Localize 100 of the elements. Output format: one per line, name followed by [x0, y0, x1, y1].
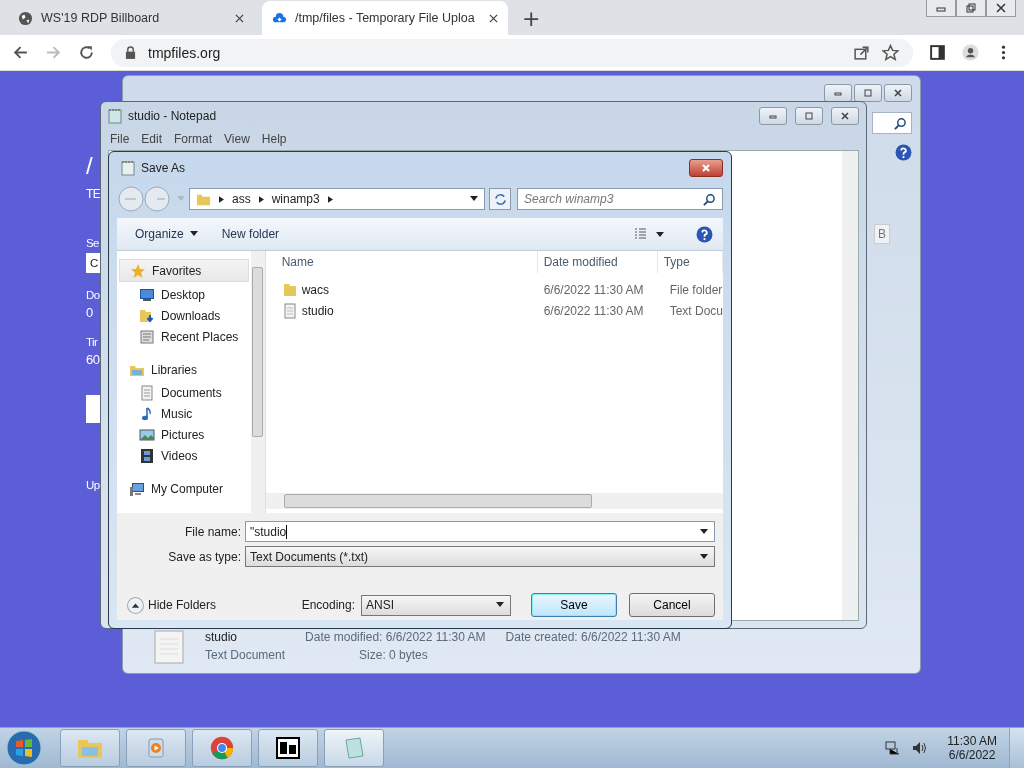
nav-item[interactable]: Desktop	[117, 284, 251, 305]
nav-group[interactable]: Libraries	[119, 359, 249, 380]
maximize-icon	[804, 111, 814, 121]
lock-icon	[125, 46, 136, 59]
close-button[interactable]	[986, 0, 1016, 17]
star-icon[interactable]	[882, 44, 899, 61]
browser-tab[interactable]: WS'19 RDP Billboard	[8, 1, 254, 35]
film-strip-icon	[139, 447, 155, 464]
menu-item[interactable]: Edit	[141, 132, 163, 146]
maximize-button[interactable]	[854, 84, 882, 102]
nav-group[interactable]: My Computer	[119, 478, 249, 499]
file-row[interactable]: studio 6/6/2022 11:30 AM Text Docu	[265, 300, 723, 321]
breadcrumb-item[interactable]: ass	[232, 192, 251, 206]
side-button[interactable]: B	[874, 224, 890, 244]
url-text: tmpfiles.org	[148, 44, 221, 61]
scrollbar[interactable]	[842, 151, 858, 620]
file-name: studio	[301, 303, 334, 318]
encoding-dropdown[interactable]: ANSI	[361, 594, 511, 616]
page-heading: /	[86, 151, 93, 181]
menu-item[interactable]: Format	[174, 132, 213, 146]
scrollbar[interactable]	[265, 493, 723, 509]
page-text: Up	[86, 479, 100, 491]
view-options-button[interactable]	[634, 228, 664, 240]
new-tab-button[interactable]: +	[514, 6, 549, 31]
maximize-button[interactable]	[795, 107, 823, 125]
caret-icon	[496, 602, 504, 608]
close-icon[interactable]	[489, 13, 498, 23]
address-field[interactable]: ass winamp3	[189, 188, 485, 210]
nav-item[interactable]: Videos	[117, 445, 251, 466]
page-subtitle: TE	[86, 187, 101, 201]
nav-item[interactable]: Recent Places	[117, 326, 251, 347]
new-folder-button[interactable]: New folder	[213, 225, 288, 243]
dialog-button[interactable]: Save	[531, 593, 617, 617]
field-label: Save as type:	[167, 549, 241, 564]
file-type-dropdown[interactable]: Text Documents (*.txt)	[245, 546, 715, 567]
document-icon	[281, 302, 298, 319]
nav-item[interactable]: Music	[117, 403, 251, 424]
landscape-icon	[139, 426, 155, 443]
close-icon	[893, 88, 903, 98]
help-icon[interactable]	[696, 225, 713, 243]
file-name-field[interactable]: "studio	[245, 521, 715, 542]
close-button[interactable]	[689, 159, 723, 177]
chevron-icon[interactable]	[327, 195, 333, 203]
close-button[interactable]	[831, 107, 859, 125]
minimize-button[interactable]	[759, 107, 787, 125]
share-icon[interactable]	[853, 44, 870, 61]
search-field[interactable]	[872, 112, 912, 134]
minimize-button[interactable]	[926, 0, 956, 17]
chevron-icon[interactable]	[258, 195, 264, 203]
caret-icon	[700, 553, 708, 560]
column-header[interactable]: Type	[657, 251, 723, 273]
field-label: File name:	[183, 524, 241, 539]
help-icon[interactable]	[895, 144, 912, 161]
dialog-button[interactable]: Cancel	[629, 593, 715, 617]
scrollbar[interactable]	[250, 251, 265, 513]
address-bar[interactable]: tmpfiles.org	[111, 38, 913, 67]
nav-item[interactable]: Downloads	[117, 305, 251, 326]
network-icon[interactable]	[885, 740, 902, 756]
file-name: studio	[205, 630, 239, 644]
column-header[interactable]: Date modified	[537, 251, 658, 273]
minimize-button[interactable]	[824, 84, 852, 102]
star-icon	[130, 262, 146, 279]
file-row[interactable]: wacs 6/6/2022 11:30 AM File folder	[265, 279, 723, 300]
close-icon	[701, 163, 711, 173]
browser-tab[interactable]: /tmp/files - Temporary File Uploa	[262, 1, 508, 35]
notepad-icon	[108, 108, 122, 124]
menu-item[interactable]: View	[224, 132, 250, 146]
document-icon	[139, 384, 155, 401]
search-field[interactable]: Search winamp3	[517, 188, 723, 210]
volume-icon[interactable]	[911, 740, 928, 756]
caret-icon[interactable]	[470, 196, 478, 202]
caret-icon	[700, 528, 708, 535]
close-icon[interactable]	[235, 13, 244, 23]
clock-date[interactable]: 6/6/2022	[948, 748, 996, 762]
taskbar-button[interactable]	[258, 729, 318, 767]
back-icon[interactable]	[12, 44, 29, 61]
refresh-icon	[493, 192, 507, 206]
hide-folders-button[interactable]: Hide Folders	[127, 596, 217, 614]
breadcrumb-item[interactable]: winamp3	[271, 192, 320, 206]
field-label: Encoding:	[301, 598, 355, 612]
nav-item[interactable]: Documents	[117, 382, 251, 403]
refresh-button[interactable]	[489, 188, 511, 210]
side-panel-icon[interactable]	[929, 44, 946, 61]
restore-button[interactable]	[956, 0, 986, 17]
profile-icon[interactable]	[962, 44, 979, 61]
search-icon	[894, 116, 907, 130]
clock-time[interactable]: 11:30 AM	[947, 734, 997, 748]
nav-group[interactable]: Favorites	[119, 259, 249, 282]
start-button[interactable]	[6, 730, 42, 766]
menu-item[interactable]: File	[110, 132, 130, 146]
organize-button[interactable]: Organize	[127, 225, 206, 243]
close-button[interactable]	[884, 84, 912, 102]
notepad-icon	[121, 160, 135, 176]
field-label: Do	[86, 289, 100, 301]
reload-icon[interactable]	[78, 44, 95, 61]
menu-item[interactable]: Help	[261, 132, 287, 146]
nav-item[interactable]: Pictures	[117, 424, 251, 445]
recent-places-icon	[139, 328, 155, 345]
column-header[interactable]: Name	[265, 251, 538, 273]
chevron-icon[interactable]	[219, 195, 224, 203]
